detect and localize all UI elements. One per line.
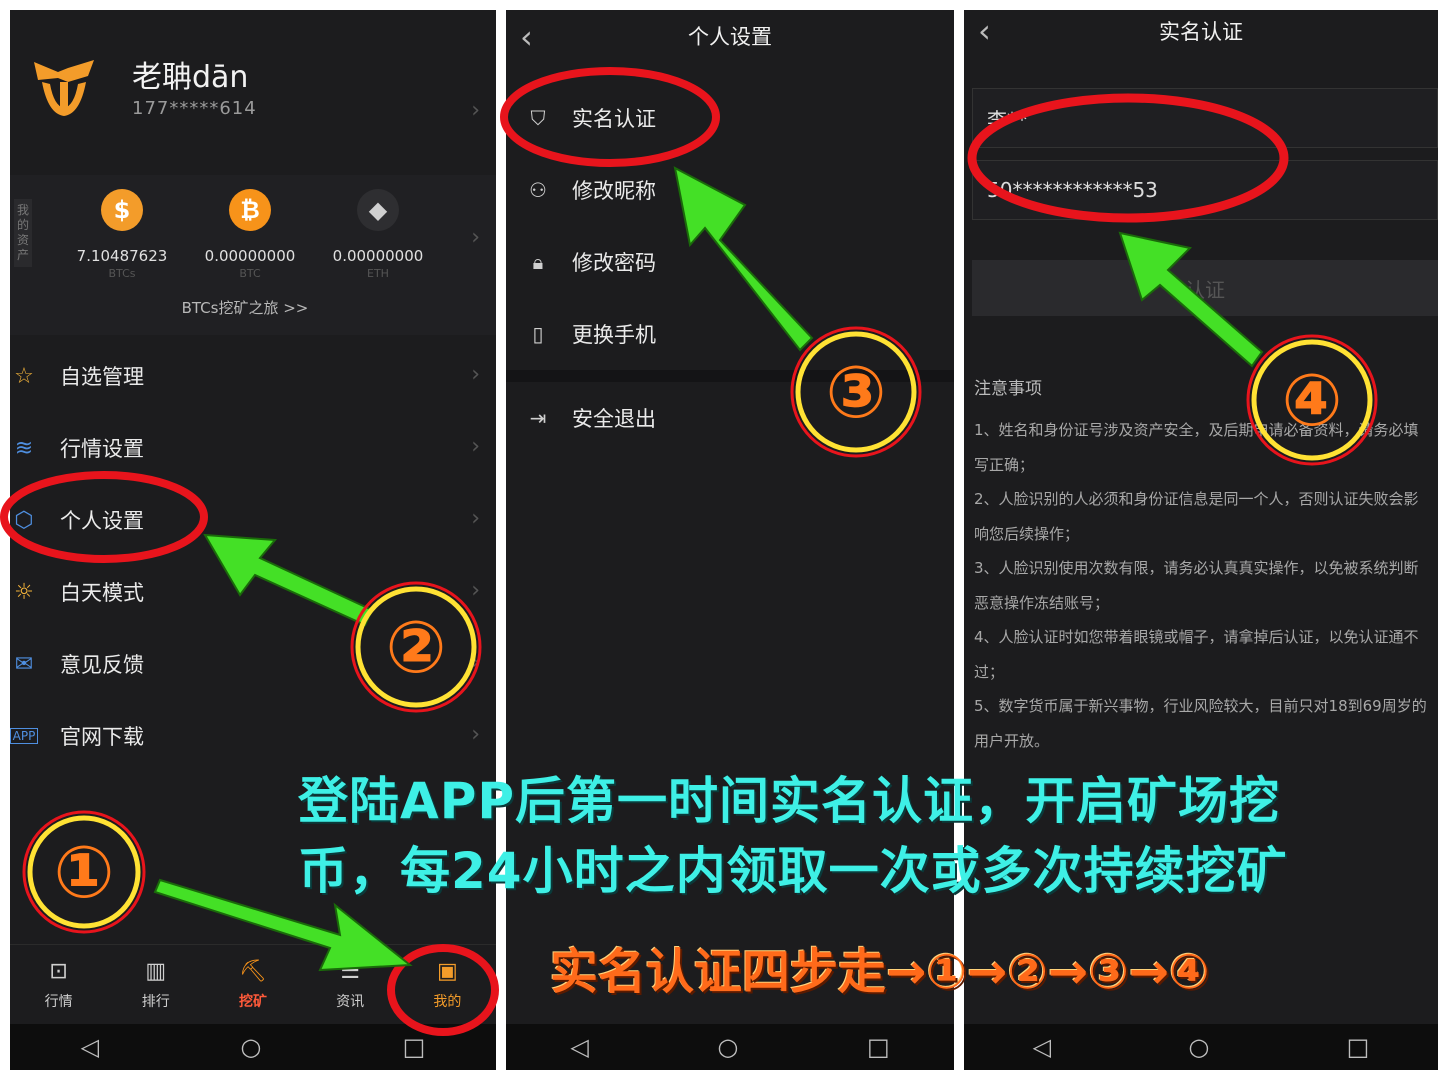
highlight-circle-real-name <box>500 67 720 167</box>
step-number-1: ① <box>53 830 115 914</box>
step-number-3: ③ <box>825 350 887 434</box>
highlight-circle-personal-settings <box>0 471 208 563</box>
caption-line-2: 币，每24小时之内领取一次或多次持续挖矿 <box>298 842 1288 900</box>
four-steps-caption: 实名认证四步走→①→②→③→④ <box>550 944 1210 1000</box>
arrow-step3 <box>673 166 814 352</box>
caption-line-1: 登陆APP后第一时间实名认证，开启矿场挖 <box>298 772 1280 830</box>
arrow-step4 <box>1118 231 1264 368</box>
step-number-2: ② <box>385 605 447 689</box>
step-number-4: ④ <box>1281 358 1343 442</box>
highlight-circle-mine-tab <box>387 944 499 1036</box>
highlight-circle-form <box>967 93 1289 223</box>
annotation-overlay <box>0 67 1378 1036</box>
arrow-step2 <box>203 533 374 627</box>
